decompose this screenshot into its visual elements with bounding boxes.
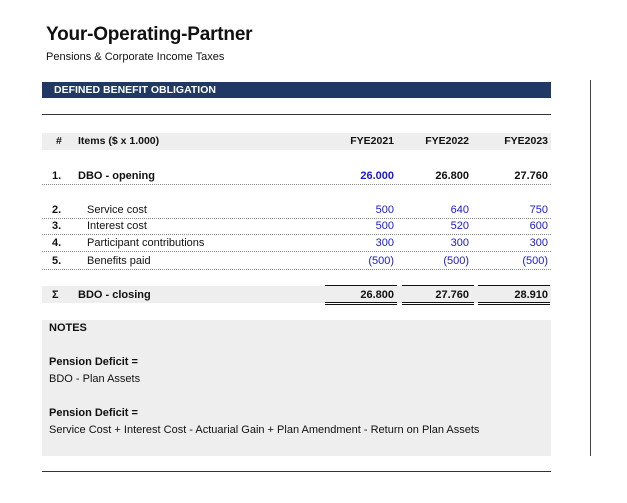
row-number: 1. — [52, 170, 62, 182]
row-label: DBO - opening — [78, 170, 155, 182]
value-fye2022[interactable]: 640 — [451, 202, 469, 218]
header-items: Items ($ x 1.000) — [78, 135, 160, 147]
row-number: 3. — [52, 220, 62, 232]
table-row-opening: 1. DBO - opening 26.000 26.800 27.760 — [42, 168, 551, 185]
value-fye2023: 27.760 — [514, 170, 548, 182]
total-double-rule — [325, 302, 397, 305]
value-fye2023[interactable]: (500) — [522, 253, 548, 269]
divider — [42, 471, 551, 472]
table-row-closing: Σ BDO - closing 26.800 27.760 28.910 — [42, 286, 551, 303]
page-subtitle: Pensions & Corporate Income Taxes — [46, 51, 225, 63]
row-label: Service cost — [87, 204, 147, 216]
note-title: Pension Deficit = — [49, 356, 138, 368]
table-row: 3. Interest cost 500 520 600 — [42, 218, 551, 235]
value-fye2021: 26.800 — [360, 289, 394, 301]
row-label: Benefits paid — [87, 255, 151, 267]
header-num: # — [56, 135, 62, 147]
notes-heading: NOTES — [49, 322, 87, 334]
value-fye2023[interactable]: 300 — [530, 235, 548, 251]
note-title: Pension Deficit = — [49, 407, 138, 419]
value-fye2021[interactable]: 500 — [376, 202, 394, 218]
total-double-rule — [402, 302, 474, 305]
table-header: # Items ($ x 1.000) FYE2021 FYE2022 FYE2… — [42, 133, 551, 150]
table-row: 4. Participant contributions 300 300 300 — [42, 235, 551, 252]
column-divider — [590, 80, 591, 456]
note-text: BDO - Plan Assets — [49, 373, 141, 385]
value-fye2022[interactable]: (500) — [443, 253, 469, 269]
value-fye2022: 26.800 — [435, 170, 469, 182]
value-fye2022[interactable]: 520 — [451, 218, 469, 234]
sigma-icon: Σ — [52, 289, 59, 301]
table-row: 2. Service cost 500 640 750 — [42, 202, 551, 219]
value-fye2021[interactable]: 500 — [376, 218, 394, 234]
value-fye2023: 28.910 — [514, 289, 548, 301]
row-number: 2. — [52, 204, 62, 216]
value-fye2021[interactable]: 26.000 — [360, 168, 394, 184]
divider — [42, 114, 551, 115]
value-fye2023[interactable]: 600 — [530, 218, 548, 234]
value-fye2022: 27.760 — [435, 289, 469, 301]
row-label: BDO - closing — [78, 289, 151, 301]
value-fye2023[interactable]: 750 — [530, 202, 548, 218]
value-fye2021[interactable]: (500) — [368, 253, 394, 269]
row-label: Interest cost — [87, 220, 147, 232]
row-label: Participant contributions — [87, 237, 205, 249]
table-row: 5. Benefits paid (500) (500) (500) — [42, 253, 551, 270]
note-text: Service Cost + Interest Cost - Actuarial… — [49, 424, 480, 436]
page-title: Your-Operating-Partner — [46, 24, 253, 45]
value-fye2021[interactable]: 300 — [376, 235, 394, 251]
header-fye2021: FYE2021 — [350, 135, 394, 147]
header-fye2022: FYE2022 — [425, 135, 469, 147]
row-number: 4. — [52, 237, 62, 249]
header-fye2023: FYE2023 — [504, 135, 548, 147]
total-double-rule — [478, 302, 550, 305]
notes-panel: NOTES Pension Deficit = BDO - Plan Asset… — [42, 320, 551, 456]
value-fye2022[interactable]: 300 — [451, 235, 469, 251]
section-header: DEFINED BENEFIT OBLIGATION — [42, 82, 551, 98]
row-number: 5. — [52, 255, 62, 267]
